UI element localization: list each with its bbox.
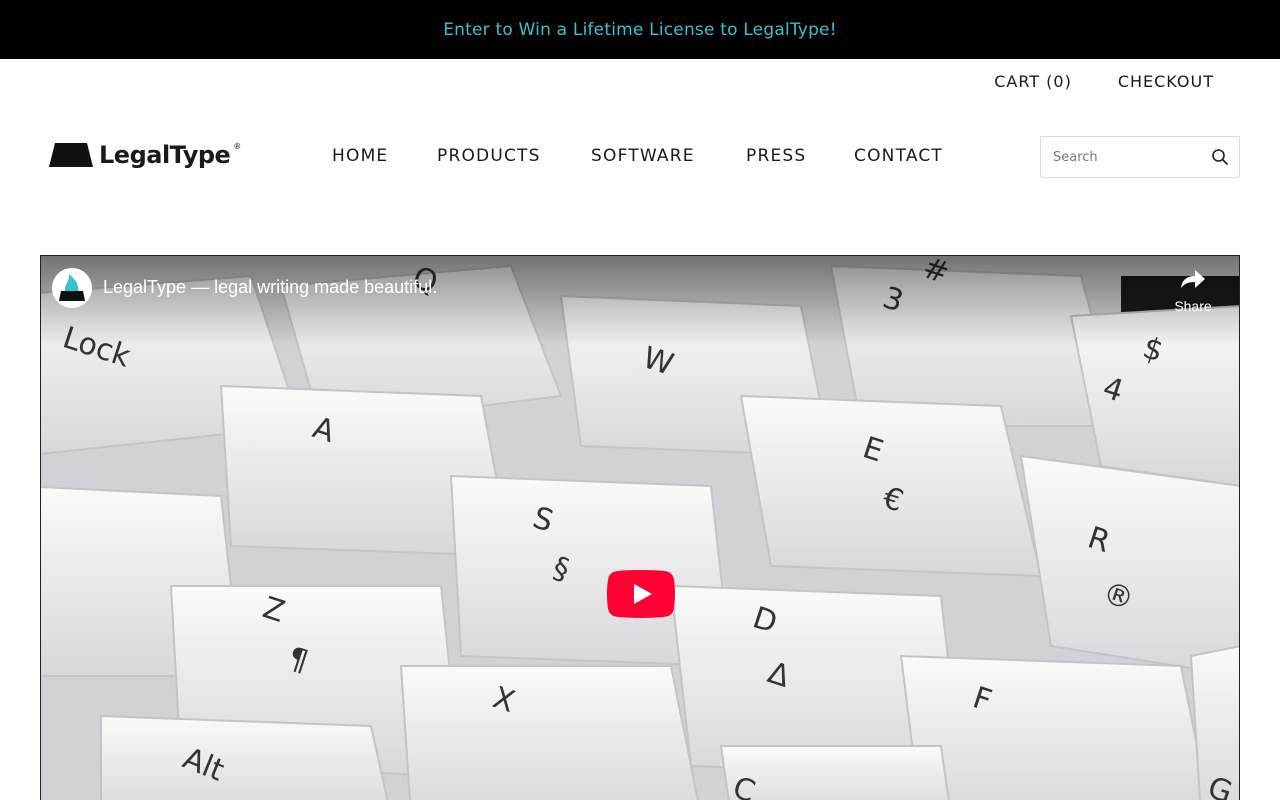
- video-title[interactable]: LegalType — legal writing made beautiful…: [103, 277, 437, 298]
- checkout-link[interactable]: CHECKOUT: [1118, 72, 1214, 91]
- share-arrow-icon: [1181, 270, 1205, 288]
- utility-nav: CART (0) CHECKOUT: [994, 72, 1214, 91]
- channel-logo-icon: [52, 268, 92, 308]
- video-top-gradient: [41, 256, 1239, 346]
- search-box: [1040, 136, 1240, 178]
- search-icon[interactable]: [1211, 148, 1229, 166]
- nav-home[interactable]: HOME: [332, 146, 388, 166]
- brand-name: LegalType: [99, 141, 231, 169]
- play-button-icon[interactable]: [607, 570, 675, 618]
- share-label: Share: [1174, 298, 1212, 314]
- search-input[interactable]: [1041, 149, 1201, 165]
- nav-products[interactable]: PRODUCTS: [437, 146, 541, 166]
- keyboard-logo-icon: [49, 143, 93, 167]
- video-embed[interactable]: Lock A W 3 # $ 4 E € S § R ® Z ¶ D Δ X F…: [40, 255, 1240, 800]
- registered-mark: ®: [233, 141, 242, 151]
- announcement-bar: Enter to Win a Lifetime License to Legal…: [0, 0, 1280, 59]
- site-logo[interactable]: LegalType ®: [49, 140, 241, 170]
- cart-link[interactable]: CART (0): [994, 72, 1072, 91]
- share-button[interactable]: Share: [1165, 268, 1221, 314]
- announcement-link[interactable]: Enter to Win a Lifetime License to Legal…: [443, 20, 837, 40]
- channel-avatar[interactable]: [52, 268, 92, 308]
- nav-contact[interactable]: CONTACT: [854, 146, 943, 166]
- nav-software[interactable]: SOFTWARE: [591, 146, 695, 166]
- nav-press[interactable]: PRESS: [746, 146, 806, 166]
